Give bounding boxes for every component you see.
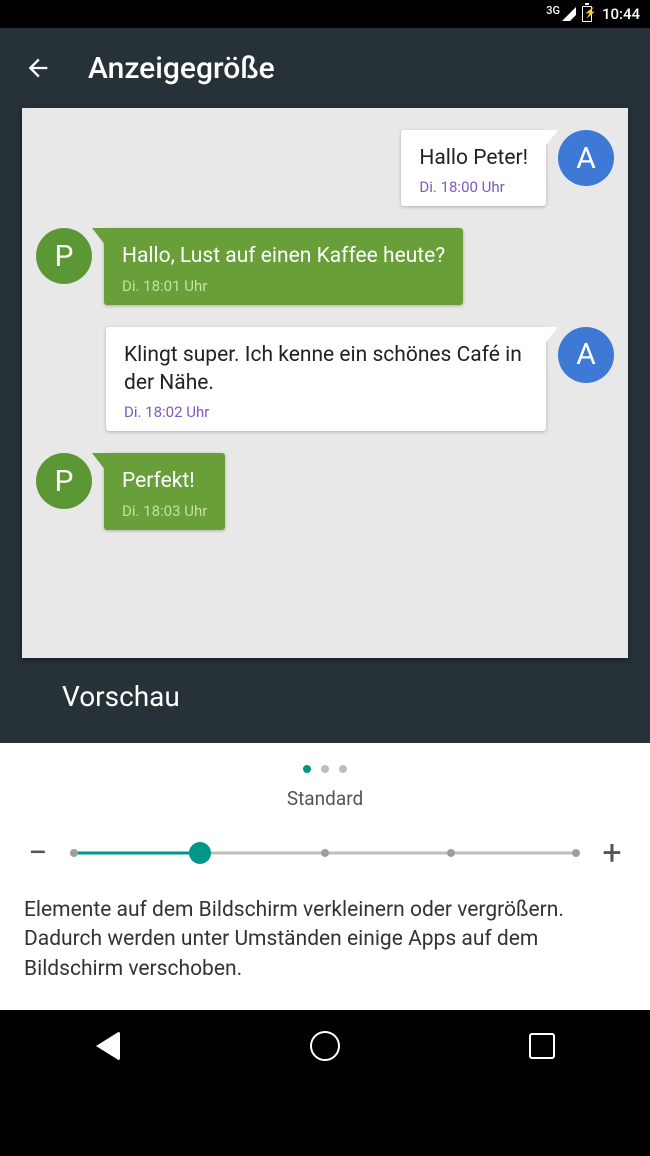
chat-bubble-outgoing: Hallo, Lust auf einen Kaffee heute? Di. … [104, 228, 463, 304]
triangle-back-icon [96, 1031, 120, 1061]
page-dot[interactable] [321, 765, 329, 773]
status-clock: 10:44 [602, 5, 640, 23]
chat-row: Klingt super. Ich kenne ein schönes Café… [36, 327, 614, 432]
page-title: Anzeigegröße [88, 51, 275, 86]
avatar-p: P [36, 453, 92, 509]
decrease-size-button[interactable]: − [24, 836, 52, 870]
square-recent-icon [529, 1033, 555, 1059]
back-button[interactable] [24, 54, 52, 82]
chat-message-text: Hallo Peter! [419, 144, 528, 172]
slider-track-fill [74, 852, 200, 855]
slider-tick [70, 849, 78, 857]
nav-recent-button[interactable] [525, 1029, 559, 1063]
signal-icon [562, 7, 576, 21]
size-description: Elemente auf dem Bildschirm verkleinern … [24, 896, 626, 984]
chat-message-text: Perfekt! [122, 467, 207, 495]
avatar-p: P [36, 228, 92, 284]
network-indicator: 3G [546, 4, 560, 17]
avatar-a: A [558, 327, 614, 383]
chat-bubble-incoming: Klingt super. Ich kenne ein schönes Café… [106, 327, 546, 432]
slider-tick [321, 849, 329, 857]
nav-back-button[interactable] [91, 1029, 125, 1063]
arrow-left-icon [24, 54, 52, 82]
battery-icon: ⚡ [582, 6, 592, 22]
chat-message-timestamp: Di. 18:00 Uhr [419, 178, 528, 196]
preview-label: Vorschau [22, 658, 628, 739]
chat-row: P Perfekt! Di. 18:03 Uhr [36, 453, 614, 529]
chat-row: Hallo Peter! Di. 18:00 Uhr A [36, 130, 614, 206]
size-slider[interactable] [74, 841, 576, 865]
avatar-a: A [558, 130, 614, 186]
navigation-bar [0, 1010, 650, 1082]
chat-message-text: Hallo, Lust auf einen Kaffee heute? [122, 242, 445, 270]
app-header: Anzeigegröße [0, 28, 650, 108]
chat-message-timestamp: Di. 18:03 Uhr [122, 502, 207, 520]
chat-bubble-incoming: Hallo Peter! Di. 18:00 Uhr [401, 130, 546, 206]
slider-tick [447, 849, 455, 857]
chat-row: P Hallo, Lust auf einen Kaffee heute? Di… [36, 228, 614, 304]
chat-message-timestamp: Di. 18:01 Uhr [122, 277, 445, 295]
chat-preview-card: Hallo Peter! Di. 18:00 Uhr A P Hallo, Lu… [22, 108, 628, 658]
preview-section: Hallo Peter! Di. 18:00 Uhr A P Hallo, Lu… [0, 108, 650, 743]
size-slider-row: − + [24, 836, 626, 870]
increase-size-button[interactable]: + [598, 836, 626, 870]
circle-home-icon [310, 1031, 340, 1061]
page-dot-active[interactable] [303, 765, 311, 773]
chat-message-text: Klingt super. Ich kenne ein schönes Café… [124, 341, 528, 398]
page-dot[interactable] [339, 765, 347, 773]
chat-message-timestamp: Di. 18:02 Uhr [124, 403, 528, 421]
chat-bubble-outgoing: Perfekt! Di. 18:03 Uhr [104, 453, 225, 529]
page-indicator [24, 765, 626, 773]
status-bar: 3G ⚡ 10:44 [0, 0, 650, 28]
slider-tick [572, 849, 580, 857]
nav-home-button[interactable] [308, 1029, 342, 1063]
size-controls: Standard − + Elemente auf dem Bildschirm… [0, 743, 650, 1010]
slider-thumb[interactable] [189, 842, 211, 864]
size-level-label: Standard [24, 787, 626, 810]
